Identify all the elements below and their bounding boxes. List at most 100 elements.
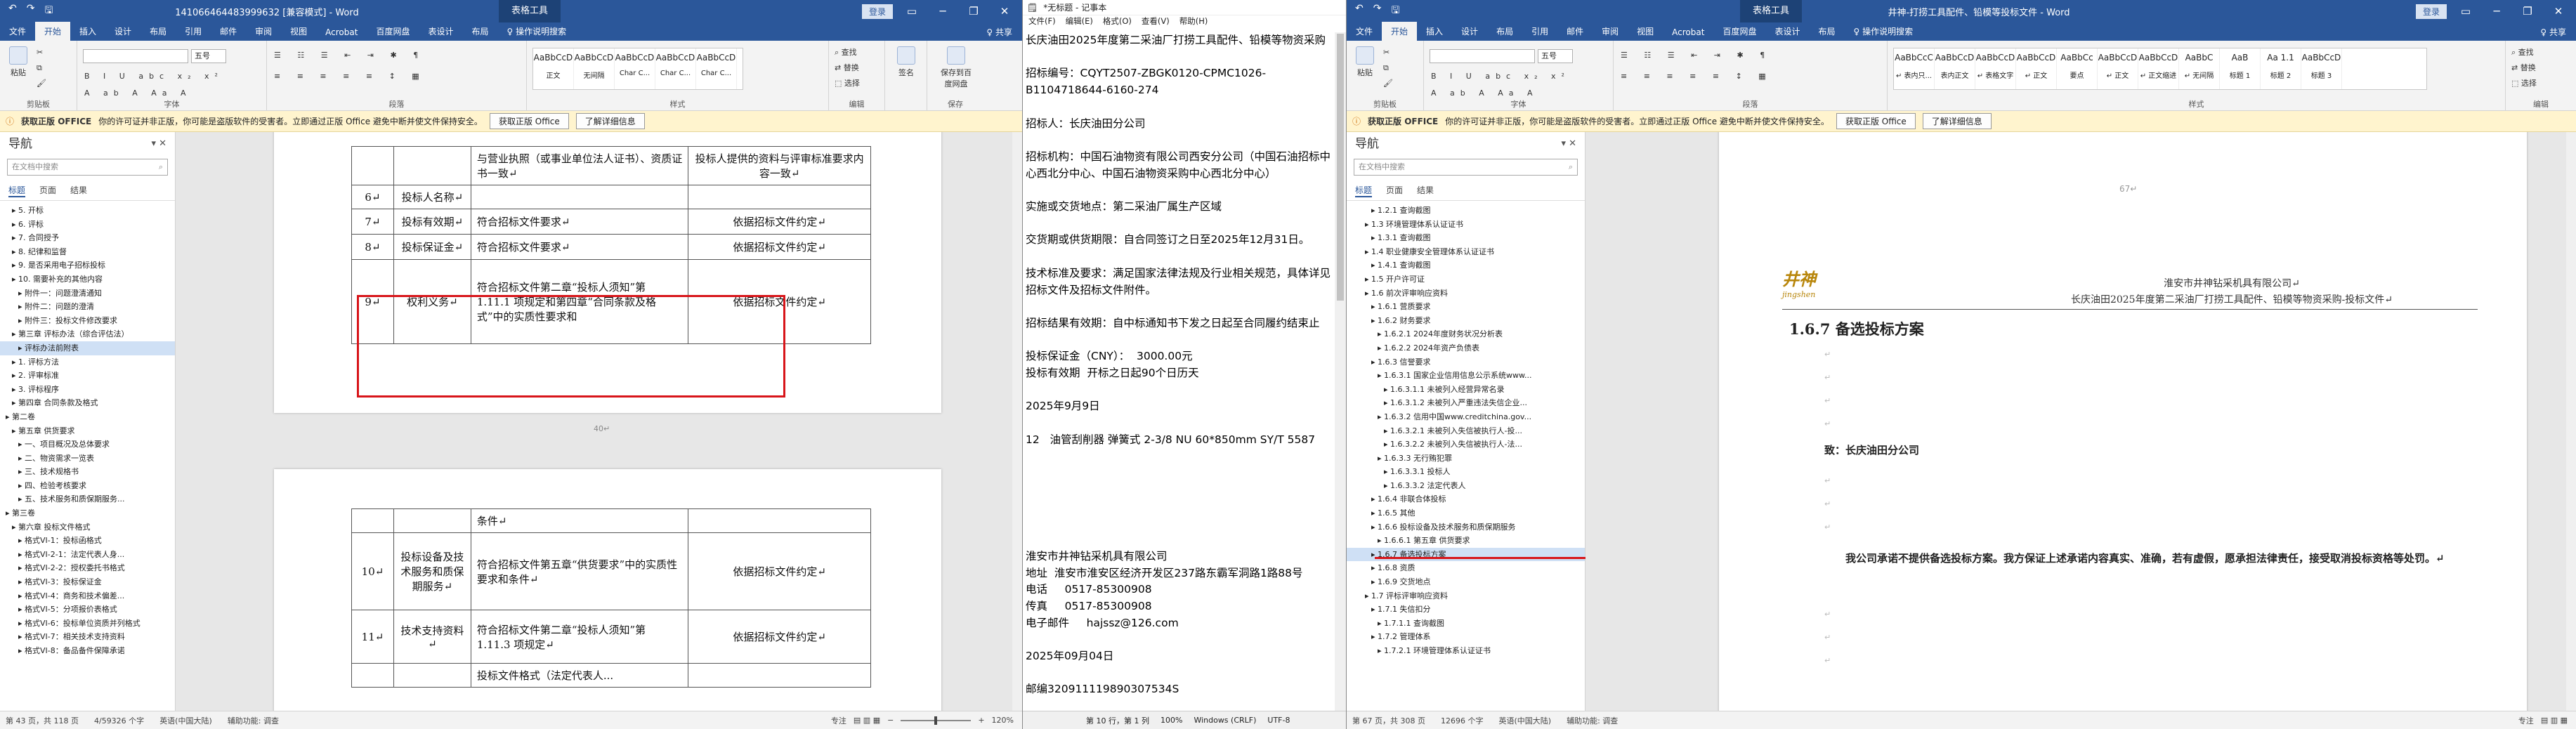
- accessibility[interactable]: 辅助功能: 调查: [1567, 715, 1618, 726]
- paste-button[interactable]: 粘贴: [1351, 46, 1379, 78]
- replace-button[interactable]: ⇄ 替换: [2511, 62, 2536, 73]
- nav-item[interactable]: ▸ 1.7.1.1 查询截图: [1347, 617, 1585, 631]
- close-icon[interactable]: ✕: [993, 5, 1016, 18]
- nav-item[interactable]: ▸ 1.6.3.3 无行贿犯罪: [1347, 452, 1585, 466]
- nav-item[interactable]: ▸ 1. 评标方法: [0, 355, 175, 369]
- focus-mode[interactable]: 专注: [831, 715, 846, 726]
- style-item[interactable]: AaBbC ↵ 无间隔: [2179, 48, 2220, 89]
- maximize-icon[interactable]: ❐: [2516, 5, 2539, 18]
- save-icon[interactable]: 🖫: [1391, 3, 1399, 20]
- login-button[interactable]: 登录: [2415, 4, 2447, 19]
- style-item[interactable]: AaBbCcC ↵ 表内只...: [1894, 48, 1935, 89]
- nav-item[interactable]: ▸ 1.6.6.1 第五章 供货要求: [1347, 534, 1585, 548]
- cut-button[interactable]: ✂: [37, 48, 43, 57]
- redo-icon[interactable]: ↷: [1373, 3, 1382, 20]
- close-icon[interactable]: ✕: [2546, 5, 2570, 18]
- nav-item[interactable]: ▸ 1.7.2.1 环境管理体系认证证书: [1347, 644, 1585, 658]
- notepad-menu-item[interactable]: 文件(F): [1028, 15, 1056, 29]
- nav-tab-headings[interactable]: 标题: [1355, 184, 1373, 197]
- view-icons[interactable]: ▤ ▥ ▦: [854, 716, 880, 725]
- accessibility[interactable]: 辅助功能: 调查: [228, 715, 279, 726]
- minimize-icon[interactable]: ─: [2485, 5, 2509, 18]
- minimize-icon[interactable]: ─: [931, 5, 955, 18]
- nav-item[interactable]: ▸ 格式VI-4：商务和技术偏差...: [0, 589, 175, 603]
- ribbon-tab-4[interactable]: 布局: [1487, 22, 1522, 41]
- nav-item[interactable]: ▸ 格式VI-5：分项报价表格式: [0, 603, 175, 617]
- zoom-out-icon[interactable]: −: [887, 716, 894, 725]
- nav-item[interactable]: ▸ 第二卷: [0, 410, 175, 424]
- nav-tab-headings[interactable]: 标题: [8, 184, 26, 197]
- ribbon-tab-11[interactable]: 表设计: [419, 22, 462, 41]
- format-painter-button[interactable]: 🖌: [37, 79, 46, 88]
- notepad-menu-item[interactable]: 查看(V): [1142, 15, 1170, 29]
- nav-item[interactable]: ▸ 1.6.5 其他: [1347, 506, 1585, 520]
- sign-button[interactable]: 签名: [892, 46, 920, 78]
- language[interactable]: 英语(中国大陆): [1498, 715, 1551, 726]
- nav-item[interactable]: ▸ 1.6.6 投标设备及技术服务和质保期服务: [1347, 520, 1585, 534]
- ribbon-tab-9[interactable]: Acrobat: [316, 24, 367, 41]
- ribbon-tab-7[interactable]: 审阅: [246, 22, 281, 41]
- select-button[interactable]: ⬚ 选择: [835, 77, 860, 88]
- format-painter-button[interactable]: 🖌: [1383, 79, 1393, 88]
- ribbon-tab-6[interactable]: 邮件: [211, 22, 246, 41]
- zoom-slider[interactable]: [901, 716, 972, 725]
- ribbon-tab-6[interactable]: 邮件: [1557, 22, 1593, 41]
- nav-item[interactable]: ▸ 1.6.3.2 信用中国www.creditchina.gov...: [1347, 410, 1585, 424]
- font-size-combo[interactable]: 五号: [1538, 49, 1573, 63]
- font-size-combo[interactable]: 五号: [191, 49, 226, 63]
- nav-item[interactable]: ▸ 格式VI-6：投标单位资质并列格式: [0, 617, 175, 631]
- nav-item[interactable]: ▸ 1.6.3 信誉要求: [1347, 355, 1585, 369]
- nav-search-input[interactable]: 在文档中搜索 ⌕: [1354, 159, 1578, 176]
- nav-item[interactable]: ▸ 格式VI-3：投标保证金: [0, 575, 175, 589]
- nav-tab-pages[interactable]: 页面: [39, 184, 56, 197]
- nav-item[interactable]: ▸ 1.6.8 资质: [1347, 561, 1585, 575]
- style-item[interactable]: AaBbCcD 正文: [533, 48, 574, 89]
- notepad-menu-item[interactable]: 格式(O): [1103, 15, 1132, 29]
- select-button[interactable]: ⬚ 选择: [2511, 77, 2537, 88]
- ribbon-tab-3[interactable]: 设计: [1452, 22, 1487, 41]
- notepad-scrollbar[interactable]: [1335, 32, 1346, 711]
- nav-item[interactable]: ▸ 格式VI-1：投标函格式: [0, 534, 175, 548]
- undo-icon[interactable]: ↶: [1355, 3, 1364, 20]
- login-button[interactable]: 登录: [861, 4, 893, 19]
- nav-item[interactable]: ▸ 1.5 开户许可证: [1347, 272, 1585, 287]
- ribbon-display-icon[interactable]: ▭: [900, 5, 924, 18]
- font-color-buttons[interactable]: A ab A Aa A: [84, 88, 192, 98]
- nav-item[interactable]: ▸ 评标办法前附表: [0, 341, 175, 355]
- get-office-button[interactable]: 获取正版 Office: [1836, 113, 1916, 129]
- nav-item[interactable]: ▸ 10. 需要补充的其他内容: [0, 272, 175, 287]
- save-to-baidu-button[interactable]: 保存到百度网盘: [940, 46, 972, 89]
- font-format-buttons[interactable]: B I U abc x₂ x²: [84, 72, 223, 81]
- nav-item[interactable]: ▸ 格式VI-2-1：法定代表人身...: [0, 548, 175, 562]
- ribbon-tab-4[interactable]: 布局: [140, 22, 176, 41]
- cut-button[interactable]: ✂: [1383, 48, 1390, 57]
- style-item[interactable]: AaBbCc 要点: [2057, 48, 2098, 89]
- nav-item[interactable]: ▸ 1.6.3.2.2 未被列入失信被执行人-法...: [1347, 438, 1585, 452]
- nav-item[interactable]: ▸ 1.7.2 管理体系: [1347, 630, 1585, 644]
- learn-more-button[interactable]: 了解详细信息: [575, 113, 645, 129]
- ribbon-tab-5[interactable]: 引用: [1522, 22, 1557, 41]
- align-buttons[interactable]: ≡ ≡ ≡ ≡ ≡ ↕ ▦: [1621, 72, 1773, 81]
- nav-close-icon[interactable]: ▾ ✕: [1561, 132, 1576, 156]
- nav-item[interactable]: ▸ 第三章 评标办法（综合评估法）: [0, 327, 175, 341]
- nav-item[interactable]: ▸ 1.6.3.1.2 未被列入严重违法失信企业...: [1347, 396, 1585, 410]
- style-item[interactable]: AaBbCcD ↵ 表格文字: [1975, 48, 2016, 89]
- style-item[interactable]: AaBbCcD Char C...: [655, 48, 696, 89]
- nav-item[interactable]: ▸ 四、检验考核要求: [0, 479, 175, 493]
- nav-close-icon[interactable]: ▾ ✕: [151, 132, 166, 156]
- style-item[interactable]: AaBbCcD 无间隔: [574, 48, 615, 89]
- nav-item[interactable]: ▸ 1.6.9 交货地点: [1347, 575, 1585, 589]
- style-item[interactable]: AaBbCcD Char C...: [696, 48, 737, 89]
- language[interactable]: 英语(中国大陆): [159, 715, 212, 726]
- nav-item[interactable]: ▸ 1.6.7 备选投标方案: [1347, 547, 1585, 562]
- nav-item[interactable]: ▸ 1.6.1 营质要求: [1347, 300, 1585, 314]
- ribbon-tab-7[interactable]: 审阅: [1593, 22, 1628, 41]
- style-item[interactable]: AaBbCcD ↵ 正文: [2098, 48, 2138, 89]
- ribbon-tab-13[interactable]: ♀ 操作说明搜索: [497, 22, 575, 41]
- nav-item[interactable]: ▸ 1.6.2.2 2024年资产负债表: [1347, 341, 1585, 355]
- ribbon-tab-8[interactable]: 视图: [1628, 22, 1663, 41]
- nav-item[interactable]: ▸ 1.6.3.2.1 未被列入失信被执行人-投...: [1347, 424, 1585, 438]
- copy-button[interactable]: ⧉: [1383, 63, 1389, 73]
- nav-item[interactable]: ▸ 1.6.3.1.1 未被列入经营异常名录: [1347, 383, 1585, 397]
- nav-item[interactable]: ▸ 1.3.1 查询截图: [1347, 231, 1585, 245]
